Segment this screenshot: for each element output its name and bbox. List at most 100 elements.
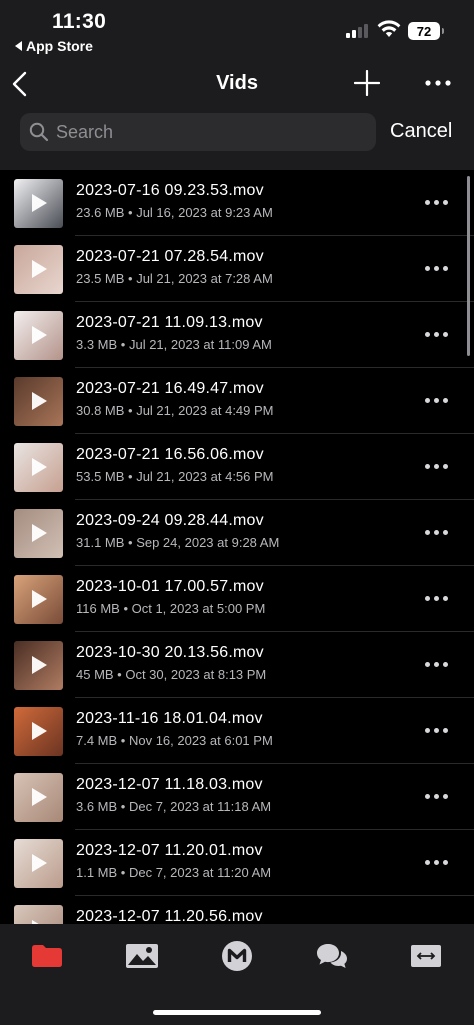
play-icon <box>32 392 47 410</box>
tab-chat[interactable] <box>312 940 352 972</box>
tab-photos[interactable] <box>122 940 162 972</box>
play-icon <box>32 458 47 476</box>
file-name: 2023-07-16 09.23.53.mov <box>76 182 264 199</box>
photos-icon <box>126 944 158 968</box>
play-icon <box>32 590 47 608</box>
chat-icon <box>317 944 347 968</box>
file-name: 2023-07-21 11.09.13.mov <box>76 314 263 331</box>
navigation-bar: Vids <box>0 58 474 110</box>
tab-files[interactable] <box>27 940 67 972</box>
tab-m-app[interactable] <box>217 940 257 972</box>
file-meta: 30.8 MB • Jul 21, 2023 at 4:49 PM <box>76 403 274 418</box>
file-meta: 31.1 MB • Sep 24, 2023 at 9:28 AM <box>76 535 280 550</box>
file-row[interactable]: 2023-11-16 18.01.04.mov 7.4 MB • Nov 16, … <box>0 698 474 764</box>
file-name: 2023-07-21 07.28.54.mov <box>76 248 264 265</box>
row-more-icon[interactable] <box>425 458 451 474</box>
play-icon <box>32 854 47 872</box>
file-meta: 45 MB • Oct 30, 2023 at 8:13 PM <box>76 667 267 682</box>
file-row[interactable]: 2023-07-21 16.49.47.mov 30.8 MB • Jul 21,… <box>0 368 474 434</box>
row-more-icon[interactable] <box>425 326 451 342</box>
file-meta: 1.1 MB • Dec 7, 2023 at 11:20 AM <box>76 865 272 880</box>
cellular-signal-icon <box>346 24 368 38</box>
search-input[interactable] <box>56 121 356 143</box>
row-more-icon[interactable] <box>425 656 451 672</box>
file-list[interactable]: 2023-07-16 09.23.53.mov 23.6 MB • Jul 16,… <box>0 170 474 924</box>
search-icon <box>29 122 49 142</box>
play-icon <box>32 656 47 674</box>
row-more-icon[interactable] <box>425 788 451 804</box>
more-options-icon[interactable] <box>424 70 452 96</box>
file-meta: 23.6 MB • Jul 16, 2023 at 9:23 AM <box>76 205 273 220</box>
video-thumbnail[interactable] <box>14 509 63 558</box>
file-name: 2023-11-16 18.01.04.mov <box>76 710 263 727</box>
row-more-icon[interactable] <box>425 392 451 408</box>
battery-indicator: 72 <box>408 22 444 40</box>
play-icon <box>32 326 47 344</box>
file-row[interactable]: 2023-09-24 09.28.44.mov 31.1 MB • Sep 24,… <box>0 500 474 566</box>
file-name: 2023-07-21 16.56.06.mov <box>76 446 264 463</box>
video-thumbnail[interactable] <box>14 179 63 228</box>
file-row[interactable]: 2023-07-21 11.09.13.mov 3.3 MB • Jul 21, … <box>0 302 474 368</box>
tab-transfer[interactable] <box>406 940 446 972</box>
row-more-icon[interactable] <box>425 524 451 540</box>
video-thumbnail[interactable] <box>14 641 63 690</box>
file-meta: 3.3 MB • Jul 21, 2023 at 11:09 AM <box>76 337 272 352</box>
wifi-icon <box>377 20 401 37</box>
video-thumbnail[interactable] <box>14 245 63 294</box>
row-more-icon[interactable] <box>425 194 451 210</box>
folder-icon <box>32 945 62 967</box>
video-thumbnail[interactable] <box>14 773 63 822</box>
video-thumbnail[interactable] <box>14 905 63 924</box>
back-triangle-icon <box>15 41 22 51</box>
file-name: 2023-09-24 09.28.44.mov <box>76 512 264 529</box>
file-row[interactable]: 2023-07-21 07.28.54.mov 23.5 MB • Jul 21,… <box>0 236 474 302</box>
file-row[interactable]: 2023-12-07 11.18.03.mov 3.6 MB • Dec 7, 2… <box>0 764 474 830</box>
file-meta: 116 MB • Oct 1, 2023 at 5:00 PM <box>76 601 266 616</box>
file-name: 2023-10-01 17.00.57.mov <box>76 578 264 595</box>
video-thumbnail[interactable] <box>14 707 63 756</box>
search-field[interactable] <box>20 113 376 151</box>
file-name: 2023-10-30 20.13.56.mov <box>76 644 264 661</box>
video-thumbnail[interactable] <box>14 443 63 492</box>
video-thumbnail[interactable] <box>14 575 63 624</box>
back-app-label: App Store <box>26 38 93 54</box>
file-row[interactable]: 2023-10-30 20.13.56.mov 45 MB • Oct 30, 2… <box>0 632 474 698</box>
page-title: Vids <box>216 72 258 94</box>
scrollbar[interactable] <box>467 176 470 356</box>
video-thumbnail[interactable] <box>14 377 63 426</box>
file-name: 2023-12-07 11.20.56.mov <box>76 908 263 924</box>
file-row[interactable]: 2023-10-01 17.00.57.mov 116 MB • Oct 1, 2… <box>0 566 474 632</box>
file-row[interactable]: 2023-07-16 09.23.53.mov 23.6 MB • Jul 16,… <box>0 170 474 236</box>
file-row[interactable]: 2023-12-07 11.20.01.mov 1.1 MB • Dec 7, 2… <box>0 830 474 896</box>
row-more-icon[interactable] <box>425 590 451 606</box>
back-to-app-store-link[interactable]: App Store <box>15 38 93 54</box>
play-icon <box>32 260 47 278</box>
video-thumbnail[interactable] <box>14 839 63 888</box>
file-meta: 7.4 MB • Nov 16, 2023 at 6:01 PM <box>76 733 273 748</box>
file-meta: 3.6 MB • Dec 7, 2023 at 11:18 AM <box>76 799 272 814</box>
transfer-icon <box>411 945 441 967</box>
play-icon <box>32 788 47 806</box>
cancel-button[interactable]: Cancel <box>390 120 452 143</box>
file-name: 2023-12-07 11.18.03.mov <box>76 776 263 793</box>
status-bar: 11:30 App Store 72 <box>0 0 474 58</box>
row-more-icon[interactable] <box>425 260 451 276</box>
status-time: 11:30 <box>52 10 107 33</box>
row-more-icon[interactable] <box>425 854 451 870</box>
file-name: 2023-07-21 16.49.47.mov <box>76 380 264 397</box>
add-plus-icon[interactable] <box>354 70 380 96</box>
row-more-icon[interactable] <box>425 722 451 738</box>
file-meta: 53.5 MB • Jul 21, 2023 at 4:56 PM <box>76 469 274 484</box>
video-thumbnail[interactable] <box>14 311 63 360</box>
play-icon <box>32 194 47 212</box>
file-row[interactable]: 2023-07-21 16.56.06.mov 53.5 MB • Jul 21,… <box>0 434 474 500</box>
home-indicator[interactable] <box>153 1010 321 1015</box>
file-meta: 23.5 MB • Jul 21, 2023 at 7:28 AM <box>76 271 273 286</box>
file-name: 2023-12-07 11.20.01.mov <box>76 842 263 859</box>
play-icon <box>32 524 47 542</box>
search-bar: Cancel <box>0 110 474 170</box>
tab-bar <box>0 924 474 1025</box>
m-logo-icon <box>222 941 252 971</box>
file-row[interactable]: 2023-12-07 11.20.56.mov <box>0 896 474 924</box>
play-icon <box>32 722 47 740</box>
